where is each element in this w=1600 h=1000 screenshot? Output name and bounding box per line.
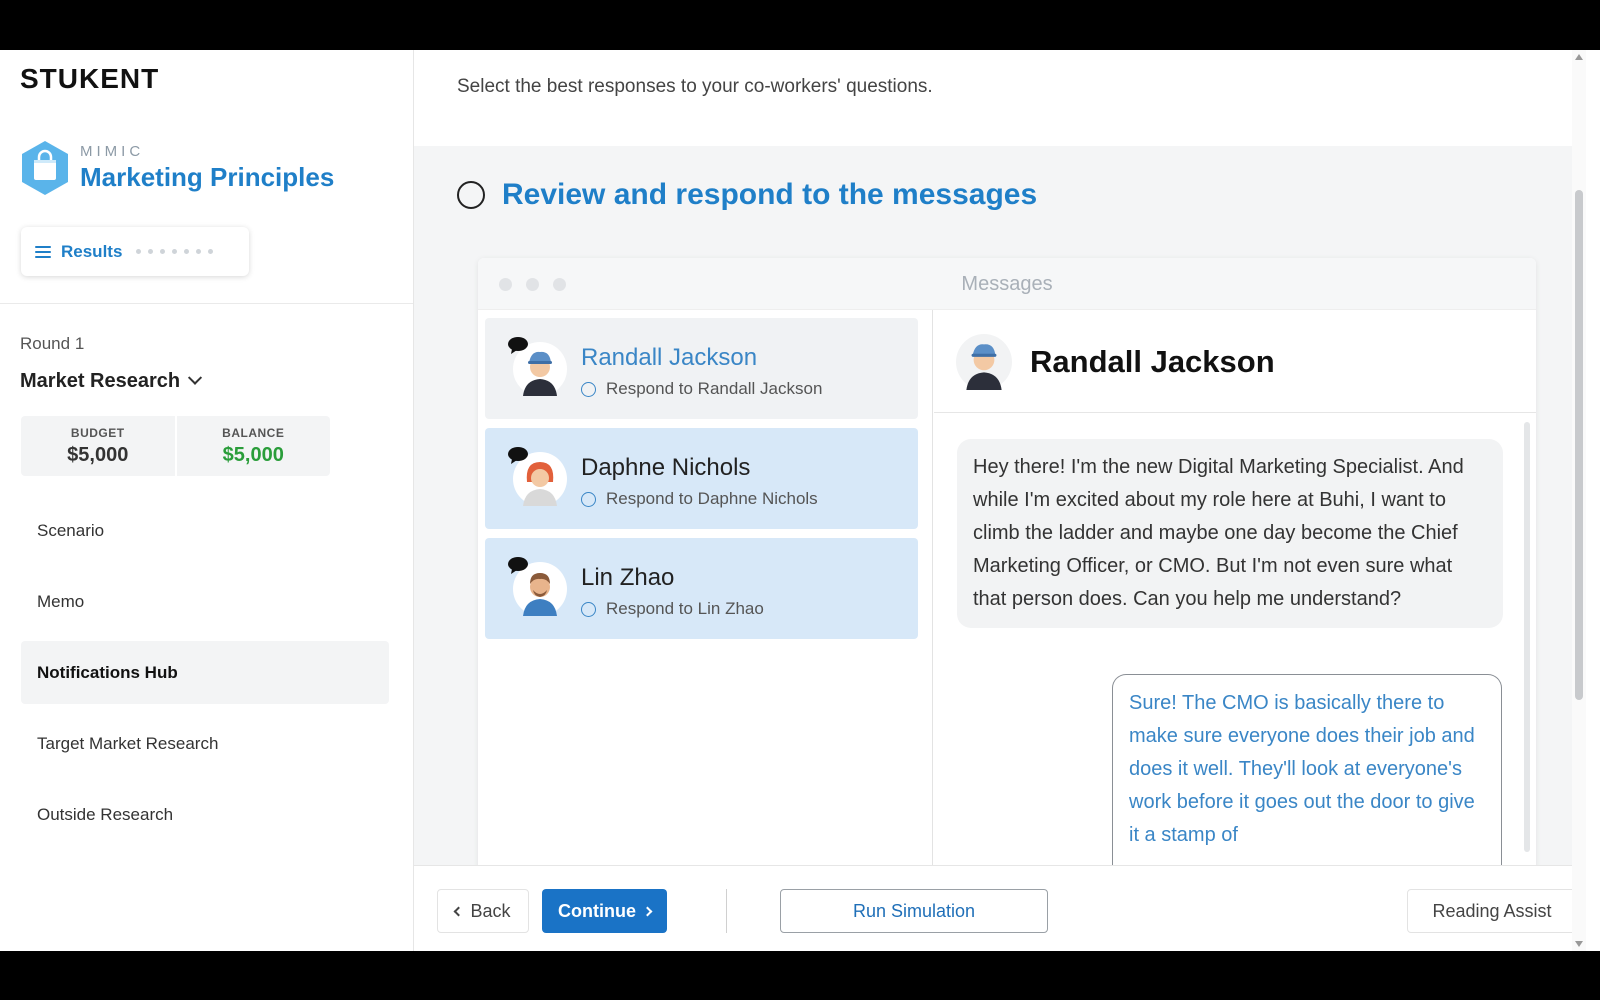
incoming-message: Hey there! I'm the new Digital Marketing…: [957, 439, 1503, 628]
contact-name: Lin Zhao: [581, 564, 675, 591]
budget-panel: BUDGET $5,000 BALANCE $5,000: [21, 416, 330, 476]
status-circle-icon: [581, 381, 596, 397]
sidebar-item-notifications-hub[interactable]: Notifications Hub: [21, 641, 389, 704]
sidebar: STUKENT MIMIC Marketing Principles Resul…: [0, 50, 414, 951]
phase-dropdown[interactable]: Market Research: [20, 370, 203, 393]
sidebar-nav: Scenario Memo Notifications Hub Target M…: [21, 499, 389, 854]
contact-name: Randall Jackson: [581, 344, 758, 371]
course-title: Marketing Principles: [80, 162, 335, 192]
contact-status-text: Respond to Daphne Nichols: [606, 489, 818, 508]
contact-name: Daphne Nichols: [581, 454, 751, 481]
scroll-down-arrow-icon[interactable]: [1575, 941, 1583, 947]
course-brand: MIMIC Marketing Principles: [20, 138, 334, 198]
status-circle-icon: [581, 491, 596, 507]
chevron-right-icon: [642, 906, 653, 916]
budget-cell: BUDGET $5,000: [21, 416, 175, 476]
chat-bubble-icon: [508, 557, 528, 574]
task-title: Review and respond to the messages: [502, 178, 1038, 211]
contact-status: Respond to Lin Zhao: [581, 599, 764, 619]
sidebar-item-memo[interactable]: Memo: [21, 570, 389, 633]
phase-label: Market Research: [20, 370, 181, 392]
footer-divider: [726, 889, 727, 933]
back-button[interactable]: Back: [437, 889, 529, 933]
conversation-scrollbar[interactable]: [1524, 422, 1530, 852]
shopping-bag-icon: [22, 141, 68, 195]
contact-list: Randall Jackson Respond to Randall Jacks…: [478, 310, 933, 951]
app-frame: STUKENT MIMIC Marketing Principles Resul…: [0, 50, 1600, 951]
stukent-logo: STUKENT: [20, 62, 180, 94]
status-circle-icon: [581, 601, 596, 617]
sidebar-item-scenario[interactable]: Scenario: [21, 499, 389, 562]
window-titlebar: Messages: [478, 258, 1536, 310]
contact-status: Respond to Randall Jackson: [581, 379, 822, 399]
svg-text:STUKENT: STUKENT: [20, 63, 159, 94]
balance-value: $5,000: [222, 443, 284, 466]
main-content: Select the best responses to your co-wor…: [414, 50, 1586, 951]
balance-cell: BALANCE $5,000: [174, 416, 331, 476]
task-status-circle-icon: [457, 181, 485, 209]
reading-assist-button[interactable]: Reading Assist: [1407, 889, 1577, 933]
back-label: Back: [470, 900, 511, 921]
run-simulation-button[interactable]: Run Simulation: [780, 889, 1048, 933]
budget-value: $5,000: [67, 443, 129, 466]
page-scrollbar[interactable]: [1572, 50, 1586, 951]
conversation-header: Randall Jackson: [934, 310, 1536, 413]
brand-subtitle: MIMIC: [80, 143, 145, 160]
conversation-panel: Randall Jackson Hey there! I'm the new D…: [934, 310, 1536, 951]
contact-lin-zhao[interactable]: Lin Zhao Respond to Lin Zhao: [485, 538, 918, 639]
chat-bubble-icon: [508, 337, 528, 354]
contact-randall-jackson[interactable]: Randall Jackson Respond to Randall Jacks…: [485, 318, 918, 419]
continue-label: Continue: [558, 900, 636, 921]
contact-status: Respond to Daphne Nichols: [581, 489, 818, 509]
instruction-text: Select the best responses to your co-wor…: [457, 76, 933, 97]
sidebar-item-outside-research[interactable]: Outside Research: [21, 783, 389, 846]
balance-label: BALANCE: [222, 425, 285, 440]
scroll-thumb[interactable]: [1575, 190, 1583, 700]
avatar: [956, 334, 1012, 390]
round-section: Round 1 Market Research BUDGET $5,000 BA…: [0, 303, 413, 951]
contact-daphne-nichols[interactable]: Daphne Nichols Respond to Daphne Nichols: [485, 428, 918, 529]
window-title: Messages: [961, 273, 1053, 295]
contact-status-text: Respond to Randall Jackson: [606, 379, 823, 398]
results-label: Results: [61, 241, 123, 261]
task-header: Review and respond to the messages: [457, 178, 1037, 212]
chevron-down-icon: [188, 370, 203, 385]
messages-window: Messages Randall Jackson Respond to Rand…: [478, 258, 1536, 951]
conversation-contact-name: Randall Jackson: [1030, 344, 1275, 379]
instruction-bar: Select the best responses to your co-wor…: [414, 50, 1586, 146]
scroll-up-arrow-icon[interactable]: [1575, 54, 1583, 60]
chat-bubble-icon: [508, 447, 528, 464]
progress-dots: [136, 249, 214, 254]
results-button[interactable]: Results: [21, 227, 249, 276]
round-label: Round 1: [20, 334, 85, 353]
menu-icon: [35, 245, 51, 258]
budget-label: BUDGET: [70, 425, 125, 440]
continue-button[interactable]: Continue: [542, 889, 667, 933]
contact-status-text: Respond to Lin Zhao: [606, 599, 764, 618]
chevron-left-icon: [454, 906, 464, 916]
sidebar-item-target-market-research[interactable]: Target Market Research: [21, 712, 389, 775]
footer-bar: Back Continue Run Simulation Reading Ass…: [414, 865, 1586, 951]
